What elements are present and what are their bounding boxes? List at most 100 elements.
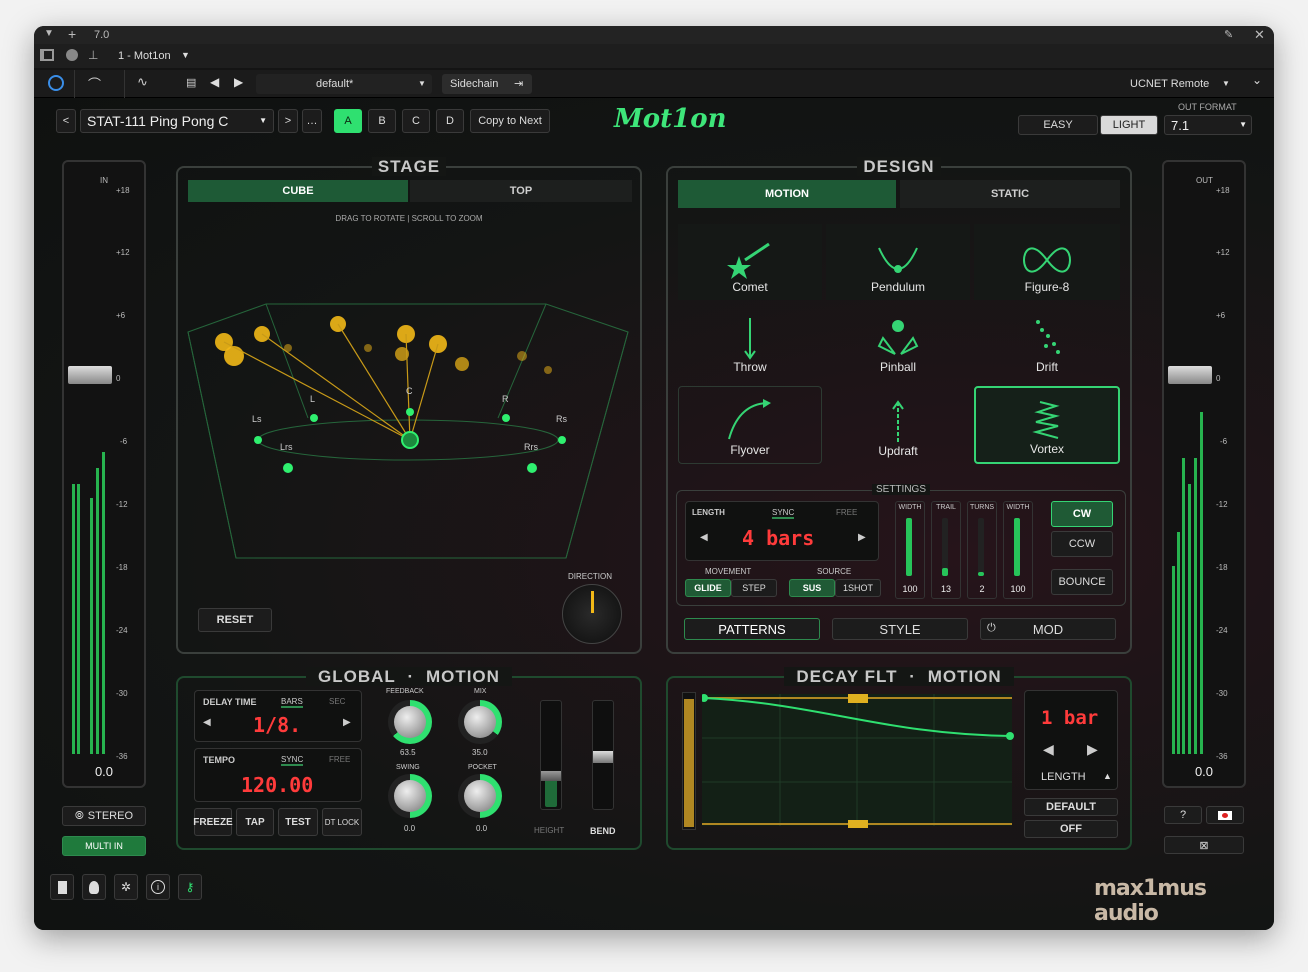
license-button[interactable]: ⚷ bbox=[178, 874, 202, 900]
sus-button[interactable]: SUS bbox=[789, 579, 835, 597]
preset-dropdown[interactable]: default* ▼ bbox=[256, 74, 432, 94]
next-preset-button[interactable]: > bbox=[278, 109, 298, 133]
tab-top[interactable]: TOP bbox=[410, 180, 632, 202]
pattern-comet[interactable]: Comet bbox=[678, 224, 822, 300]
decay-curve-editor[interactable] bbox=[702, 694, 1014, 828]
output-gain-fader[interactable] bbox=[1168, 366, 1212, 384]
pattern-pinball[interactable]: Pinball bbox=[826, 304, 970, 380]
width2-slider[interactable]: WIDTH 100 bbox=[1003, 501, 1033, 599]
freeze-button[interactable]: FREEZE bbox=[193, 808, 233, 836]
height-slider[interactable] bbox=[540, 700, 562, 810]
turns-slider[interactable]: TURNS 2 bbox=[967, 501, 997, 599]
slot-c-button[interactable]: C bbox=[402, 109, 430, 133]
chevron-up-icon[interactable]: ▲ bbox=[1103, 771, 1112, 781]
bend-slider[interactable] bbox=[592, 700, 614, 810]
prev-preset-button[interactable]: < bbox=[56, 109, 76, 133]
chevron-down-icon[interactable]: ▼ bbox=[181, 50, 190, 60]
decay-range-slider[interactable] bbox=[682, 692, 696, 830]
speaker-r[interactable] bbox=[502, 414, 510, 422]
multi-in-button[interactable]: MULTI IN bbox=[62, 836, 146, 856]
curve-end-point[interactable] bbox=[1006, 732, 1014, 740]
record-icon[interactable] bbox=[66, 49, 78, 61]
glide-button[interactable]: GLIDE bbox=[685, 579, 731, 597]
decay-decrement-icon[interactable]: ◀ bbox=[1043, 741, 1054, 758]
speaker-rs[interactable] bbox=[558, 436, 566, 444]
length-increment-icon[interactable]: ▶ bbox=[858, 532, 866, 543]
mixer-icon[interactable] bbox=[40, 49, 54, 61]
automation-icon[interactable]: ⌒ bbox=[88, 74, 101, 93]
bounce-button[interactable]: BOUNCE bbox=[1051, 569, 1113, 595]
save-icon[interactable]: ▤ bbox=[186, 76, 196, 89]
info-button[interactable]: i bbox=[146, 874, 170, 900]
step-button[interactable]: STEP bbox=[731, 579, 777, 597]
output-meter[interactable]: OUT +18 +12 +6 0 -6 -12 -18 -24 -30 -36 … bbox=[1162, 160, 1246, 788]
mix-knob[interactable] bbox=[458, 700, 502, 744]
delay-increment-icon[interactable]: ▶ bbox=[343, 717, 351, 728]
pocket-knob[interactable] bbox=[458, 774, 502, 818]
tab-style[interactable]: STYLE bbox=[832, 618, 968, 640]
speaker-ls[interactable] bbox=[254, 436, 262, 444]
decay-increment-icon[interactable]: ▶ bbox=[1087, 741, 1098, 758]
envelope-icon[interactable]: ∿ bbox=[137, 74, 148, 90]
help-button[interactable]: ? bbox=[1164, 806, 1202, 824]
tab-patterns[interactable]: PATTERNS bbox=[684, 618, 820, 640]
slot-b-button[interactable]: B bbox=[368, 109, 396, 133]
slot-d-button[interactable]: D bbox=[436, 109, 464, 133]
input-meter[interactable]: IN +18 +12 +6 0 -6 -12 -18 -24 -30 -36 0… bbox=[62, 160, 146, 788]
bottom-range-handle[interactable] bbox=[848, 820, 868, 828]
stereo-button[interactable]: ⦾ STEREO bbox=[62, 806, 146, 826]
trail-slider[interactable]: TRAIL 13 bbox=[931, 501, 961, 599]
copy-to-next-button[interactable]: Copy to Next bbox=[470, 109, 550, 133]
input-gain-fader[interactable] bbox=[68, 366, 112, 384]
length-decrement-icon[interactable]: ◀ bbox=[700, 532, 708, 543]
power-icon[interactable] bbox=[48, 75, 64, 91]
speaker-rrs[interactable] bbox=[527, 463, 537, 473]
add-icon[interactable]: + bbox=[68, 26, 76, 42]
remote-dropdown[interactable]: UCNET Remote ▼ bbox=[1120, 74, 1232, 94]
off-button[interactable]: OFF bbox=[1024, 820, 1118, 838]
direction-dial[interactable] bbox=[562, 584, 622, 644]
speaker-lrs[interactable] bbox=[283, 463, 293, 473]
reset-button[interactable]: RESET bbox=[198, 608, 272, 632]
collapse-icon[interactable]: ⌄ bbox=[1252, 73, 1262, 87]
next-preset-icon[interactable]: ▶ bbox=[234, 75, 243, 89]
tab-static[interactable]: STATIC bbox=[900, 180, 1120, 208]
width-slider[interactable]: WIDTH 100 bbox=[895, 501, 925, 599]
preset-select[interactable]: STAT-111 Ping Pong C ▼ bbox=[80, 109, 274, 133]
easy-mode-button[interactable]: EASY bbox=[1018, 115, 1098, 135]
delay-decrement-icon[interactable]: ◀ bbox=[203, 717, 211, 728]
oneshot-button[interactable]: 1SHOT bbox=[835, 579, 881, 597]
settings-button[interactable]: ⊠ bbox=[1164, 836, 1244, 854]
test-button[interactable]: TEST bbox=[278, 808, 318, 836]
tab-mod[interactable]: ⏻ MOD bbox=[980, 618, 1116, 640]
default-button[interactable]: DEFAULT bbox=[1024, 798, 1118, 816]
tab-cube[interactable]: CUBE bbox=[188, 180, 408, 202]
pin-icon[interactable]: ✎ bbox=[1224, 28, 1233, 41]
prev-preset-icon[interactable]: ◀ bbox=[210, 75, 219, 89]
routing-icon[interactable]: ⊥ bbox=[88, 48, 98, 62]
pattern-flyover[interactable]: Flyover bbox=[678, 386, 822, 464]
swing-knob[interactable] bbox=[388, 774, 432, 818]
length-free-toggle[interactable]: FREE bbox=[836, 508, 857, 517]
tab-motion[interactable]: MOTION bbox=[678, 180, 896, 208]
sidechain-button[interactable]: Sidechain ⇥ bbox=[442, 74, 532, 94]
sidebar-button[interactable] bbox=[50, 874, 74, 900]
sec-toggle[interactable]: SEC bbox=[329, 697, 345, 706]
preset-menu-button[interactable]: … bbox=[302, 109, 322, 133]
out-format-select[interactable]: 7.1 ▼ bbox=[1164, 115, 1252, 135]
pattern-vortex[interactable]: Vortex bbox=[974, 386, 1120, 464]
pattern-drift[interactable]: Drift bbox=[974, 304, 1120, 380]
pattern-throw[interactable]: Throw bbox=[678, 304, 822, 380]
top-range-handle[interactable] bbox=[848, 694, 868, 703]
hint-button[interactable] bbox=[82, 874, 106, 900]
cw-button[interactable]: CW bbox=[1051, 501, 1113, 527]
length-sync-toggle[interactable]: SYNC bbox=[772, 508, 795, 519]
tempo-free-toggle[interactable]: FREE bbox=[329, 755, 350, 764]
pattern-pendulum[interactable]: Pendulum bbox=[826, 224, 970, 300]
ccw-button[interactable]: CCW bbox=[1051, 531, 1113, 557]
light-mode-button[interactable]: LIGHT bbox=[1100, 115, 1158, 135]
stage-3d-view[interactable] bbox=[178, 228, 640, 568]
pattern-updraft[interactable]: Updraft bbox=[826, 386, 970, 464]
chevron-down-icon[interactable]: ▼ bbox=[44, 28, 54, 39]
pattern-figure-8[interactable]: Figure-8 bbox=[974, 224, 1120, 300]
